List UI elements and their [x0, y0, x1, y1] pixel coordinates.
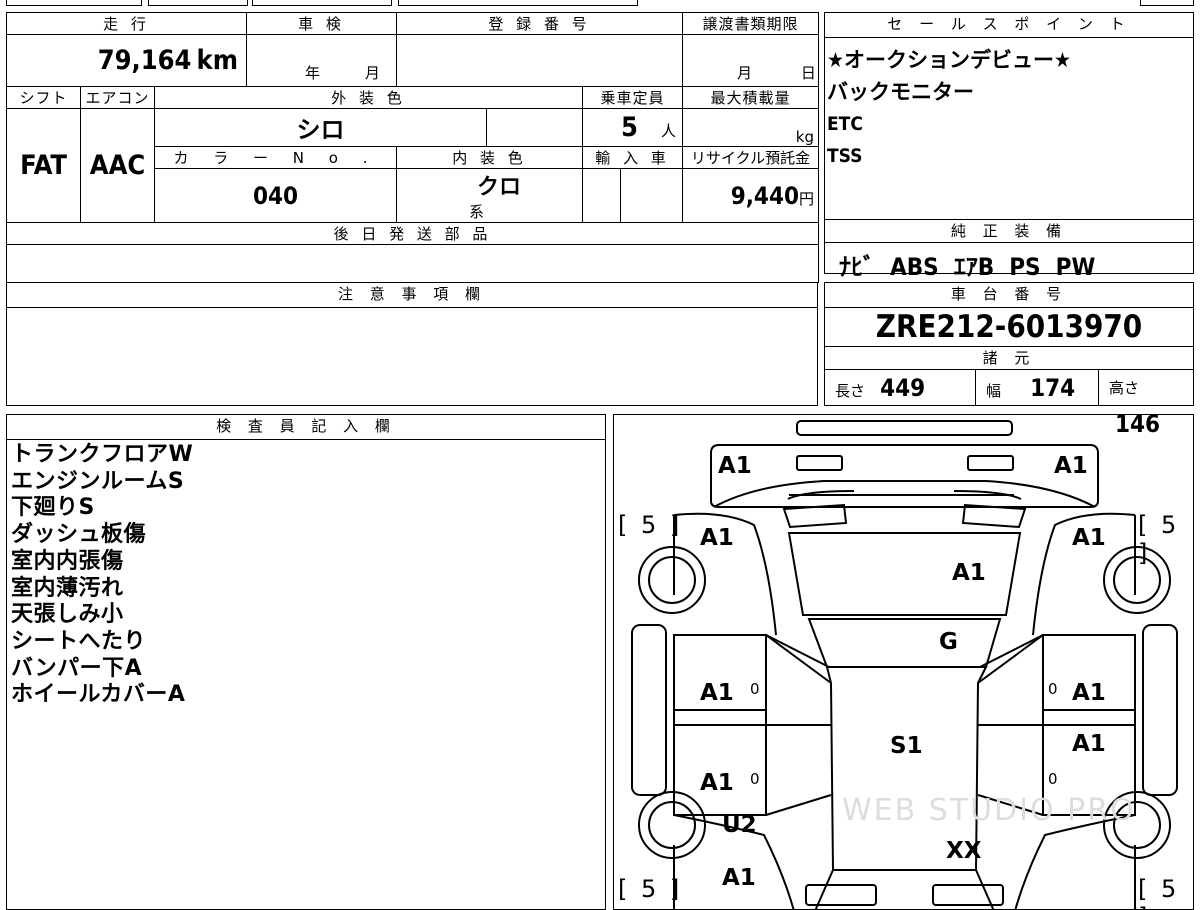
sales-points-label: セ ー ル ス ポ イ ン ト: [825, 13, 1193, 38]
sales-point-item: ETC: [827, 113, 863, 135]
chassis-label: 車 台 番 号: [825, 283, 1193, 308]
tire-bracket: [ 5 ]: [1138, 511, 1180, 567]
later-parts-value: [5, 244, 820, 283]
top-stub: [398, 0, 638, 6]
tire-bracket: [ 5 ]: [618, 511, 683, 539]
damage-label: A1: [1054, 453, 1088, 479]
interior-color-value: クロ 系: [396, 168, 584, 223]
later-parts-label: 後 日 発 送 部 品: [5, 222, 820, 245]
remark-item: 天張しみ小: [11, 602, 124, 628]
mileage-label: 走 行: [5, 12, 248, 35]
sales-points-list: ★オークションデビュー★ バックモニター ETC TSS: [825, 38, 1193, 220]
top-stub: [1140, 0, 1194, 6]
exterior-color-extra: [486, 108, 584, 147]
sales-point-item: ★オークションデビュー★: [827, 48, 1071, 72]
color-no-label: カ ラ ー N o .: [153, 146, 398, 169]
damage-label: A1: [700, 525, 734, 551]
inspector-panel: 検 査 員 記 入 欄 トランクフロアW エンジンルームS 下廻りS ダッシュ板…: [6, 414, 606, 910]
height-cell: 高さ 146: [1109, 379, 1161, 438]
zero-mark: 0: [750, 770, 760, 788]
remark-item: シートへたり: [11, 628, 147, 654]
remark-item: ホイールカバーA: [11, 682, 186, 708]
inspection-label: 車 検: [246, 12, 398, 35]
damage-label: U2: [722, 812, 757, 838]
import-label: 輸 入 車: [582, 146, 684, 169]
recycle-label: リサイクル預託金: [682, 146, 820, 169]
remark-item: トランクフロアW: [11, 442, 194, 467]
max-load-label: 最大積載量: [682, 86, 820, 109]
shift-value: FAT: [6, 108, 81, 223]
zero-mark: 0: [750, 680, 760, 698]
sales-point-item: バックモニター: [827, 80, 974, 104]
sales-point-item: TSS: [827, 145, 863, 167]
transfer-deadline-label: 譲渡書類期限: [682, 12, 820, 35]
transfer-deadline-value: 月 日: [682, 34, 820, 87]
damage-label: G: [939, 629, 958, 655]
mileage-value: 79,164 km: [5, 34, 248, 87]
damage-label: A1: [1072, 525, 1106, 551]
equipment-value: ﾅﾋﾞ ABS ｴｱB PS PW: [839, 253, 1096, 281]
top-stub: [6, 0, 142, 6]
remark-item: バンパー下A: [11, 655, 143, 681]
top-stub: [252, 0, 392, 6]
damage-label: A1: [700, 770, 734, 796]
color-no-value: 040: [153, 168, 398, 223]
registration-value: [396, 34, 684, 87]
chassis-panel: 車 台 番 号 ZRE212-6013970 諸 元 長さ 449 幅 174 …: [824, 282, 1194, 438]
shift-label: シフト: [6, 86, 81, 109]
aircon-label: エアコン: [80, 86, 155, 109]
damage-label: A1: [1072, 680, 1106, 706]
specs-row: 長さ 449 幅 174 高さ 146: [825, 370, 1193, 438]
tire-bracket: [ 5 ]: [1138, 875, 1180, 909]
damage-label: S1: [890, 733, 923, 759]
inspection-value: 年 月: [246, 34, 398, 87]
zero-mark: 0: [1048, 680, 1058, 698]
exterior-color-label: 外 装 色: [153, 86, 584, 109]
exterior-color-value: シロ: [153, 108, 488, 147]
remark-item: 下廻りS: [11, 495, 95, 521]
damage-label: A1: [700, 680, 734, 706]
damage-label: A1: [718, 453, 752, 479]
sales-points-panel: セ ー ル ス ポ イ ン ト ★オークションデビュー★ バックモニター ETC…: [824, 12, 1194, 281]
watermark: WEB STUDIO PRO: [842, 793, 1136, 828]
remark-item: 室内薄汚れ: [11, 575, 124, 601]
interior-color-label: 内 装 色: [396, 146, 584, 169]
damage-label: A1: [952, 560, 986, 586]
registration-label: 登 録 番 号: [396, 12, 684, 35]
damage-label: A1: [1072, 731, 1106, 757]
vehicle-info-table: 走 行 車 検 登 録 番 号 譲渡書類期限 79,164 km 年 月 月 日…: [5, 12, 820, 283]
equipment-label: 純 正 装 備: [825, 220, 1193, 243]
width-cell: 幅 174: [976, 370, 1099, 406]
inspector-label: 検 査 員 記 入 欄: [7, 415, 605, 440]
car-outline: [631, 420, 1178, 909]
max-load-value: kg: [682, 108, 820, 147]
length-cell: 長さ 449: [825, 370, 976, 406]
remark-item: エンジンルームS: [11, 468, 185, 494]
top-stub: [148, 0, 248, 6]
aircon-value: AAC: [80, 108, 155, 223]
remark-item: 室内内張傷: [11, 548, 124, 574]
notes-label: 注 意 事 項 欄: [7, 283, 817, 308]
car-damage-diagram: WEB STUDIO PRO [ 5 ] [ 5 ] [ 5 ] [ 5 ] A…: [613, 414, 1194, 910]
tire-bracket: [ 5 ]: [618, 875, 683, 903]
notes-panel: 注 意 事 項 欄: [6, 282, 818, 406]
chassis-value: ZRE212-6013970: [825, 308, 1193, 347]
damage-label: XX: [946, 838, 982, 864]
specs-label: 諸 元: [825, 347, 1193, 370]
zero-mark: 0: [1048, 770, 1058, 788]
import-value-a: [582, 168, 622, 223]
capacity-value: 5 人: [582, 108, 684, 147]
damage-label: A1: [722, 865, 756, 891]
recycle-value: 9,440円: [682, 168, 820, 223]
remark-item: ダッシュ板傷: [11, 522, 147, 548]
capacity-label: 乗車定員: [582, 86, 684, 109]
import-value-b: [620, 168, 684, 223]
inspector-remarks-list: トランクフロアW エンジンルームS 下廻りS ダッシュ板傷 室内内張傷 室内薄汚…: [7, 440, 605, 709]
